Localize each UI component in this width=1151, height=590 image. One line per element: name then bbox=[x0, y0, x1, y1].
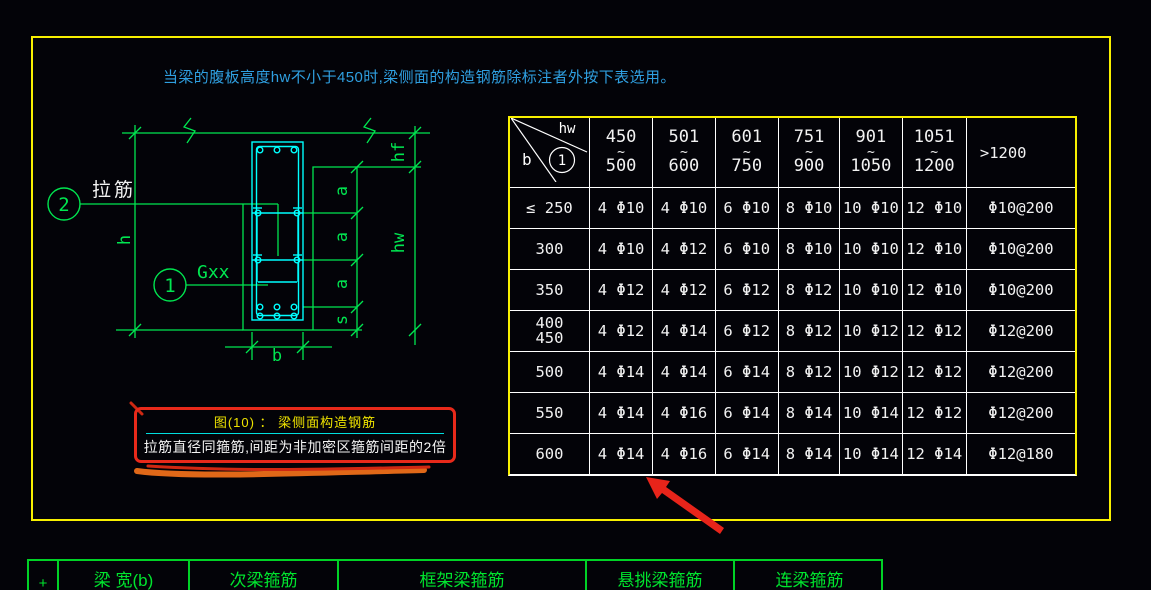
cell: 12 Φ10 bbox=[902, 269, 967, 311]
row-label: 300 bbox=[510, 228, 590, 270]
figure-title: 图(10) ： 梁侧面构造钢筋 bbox=[213, 415, 377, 430]
cell: Φ12@180 bbox=[988, 445, 1054, 463]
cell: 4 Φ10 bbox=[652, 187, 716, 229]
col-header: 501 ~600 bbox=[652, 118, 716, 188]
cell: Φ12@200 bbox=[966, 392, 1075, 434]
cell: 4 Φ14 bbox=[589, 392, 654, 434]
cell: 8 Φ14 bbox=[778, 433, 841, 474]
rebar-table: hw b 1 450 ~500 501 ~600 601 ~750 751 ~900 9… bbox=[508, 116, 1077, 476]
cell: 4 Φ12 bbox=[652, 269, 716, 311]
table-row: 500 4 Φ14 4 Φ14 6 Φ14 8 Φ12 10 Φ12 12 Φ1… bbox=[510, 351, 1075, 393]
row-label: 400 450 bbox=[510, 310, 590, 352]
table-row: 350 4 Φ12 4 Φ12 6 Φ12 8 Φ12 10 Φ10 12 Φ1… bbox=[510, 269, 1075, 311]
cell: 6 Φ10 bbox=[715, 228, 779, 270]
cell: 4 Φ16 bbox=[652, 433, 716, 474]
cell: 4 Φ14 bbox=[589, 351, 654, 393]
row-label: 550 bbox=[510, 392, 590, 434]
cell: 10 Φ10 bbox=[839, 187, 903, 229]
col-header: 751 ~900 bbox=[778, 118, 841, 188]
col-header: 1051 ~1200 bbox=[902, 118, 967, 188]
bottom-cell-coupling-beam: 连梁箍筋 bbox=[775, 571, 844, 590]
cell: 4 Φ14 bbox=[652, 310, 716, 352]
corner-circle-1: 1 bbox=[558, 153, 566, 169]
cell: 12 Φ12 bbox=[902, 392, 967, 434]
cell: 12 Φ14 bbox=[902, 433, 967, 474]
bottom-table-header: + 梁 宽(b) 次梁箍筋 框架梁箍筋 悬挑梁箍筋 连梁箍筋 bbox=[27, 559, 883, 590]
cell: 6 Φ12 bbox=[715, 269, 779, 311]
cell: 4 Φ12 bbox=[589, 269, 654, 311]
table-row: 600 4 Φ14 4 Φ16 6 Φ14 8 Φ14 10 Φ14 12 Φ1… bbox=[510, 433, 1075, 474]
cell: Φ10@200 bbox=[966, 228, 1075, 270]
cell: 10 Φ10 bbox=[839, 269, 903, 311]
bottom-cell-cantilever-beam: 悬挑梁箍筋 bbox=[587, 561, 735, 590]
cell: 6 Φ10 bbox=[715, 187, 779, 229]
cell: Φ10@200 bbox=[966, 269, 1075, 311]
table-corner-cell: hw b 1 bbox=[510, 117, 590, 188]
cell: Φ12@200 bbox=[966, 351, 1075, 393]
col-header: 601 ~750 bbox=[715, 118, 779, 188]
cell: 6 Φ14 bbox=[715, 433, 779, 474]
cell: 4 Φ12 bbox=[589, 310, 654, 352]
cell: 10 Φ12 bbox=[839, 351, 903, 393]
cell: 4 Φ12 bbox=[652, 228, 716, 270]
cell: 6 Φ12 bbox=[715, 310, 779, 352]
cell: 6 Φ14 bbox=[715, 392, 779, 434]
table-row: 550 4 Φ14 4 Φ16 6 Φ14 8 Φ14 10 Φ14 12 Φ1… bbox=[510, 392, 1075, 434]
cell: Φ12@200 bbox=[966, 310, 1075, 352]
cell: 10 Φ14 bbox=[839, 433, 903, 474]
cell: 8 Φ10 bbox=[778, 187, 841, 229]
figure-divider bbox=[146, 433, 444, 434]
figure-note: 拉筋直径同箍筋,间距为非加密区箍筋间距的2倍 bbox=[143, 439, 447, 455]
corner-b-label: b bbox=[522, 150, 532, 169]
cell: 12 Φ10 bbox=[902, 187, 967, 229]
cell: 8 Φ10 bbox=[778, 228, 841, 270]
cell: 4 Φ14 bbox=[652, 351, 716, 393]
cell: 10 Φ14 bbox=[839, 392, 903, 434]
corner-hw-label: hw bbox=[559, 121, 576, 137]
general-note-text: 当梁的腹板高度hw不小于450时,梁侧面的构造钢筋除标注者外按下表选用。 bbox=[163, 69, 676, 86]
cell: 10 Φ10 bbox=[839, 228, 903, 270]
figure-caption-highlight-box: 图(10) ： 梁侧面构造钢筋 拉筋直径同箍筋,间距为非加密区箍筋间距的2倍 bbox=[134, 407, 456, 463]
bottom-cell-frame-beam: 框架梁箍筋 bbox=[339, 561, 587, 590]
cell: 4 Φ10 bbox=[589, 228, 654, 270]
cell: 12 Φ12 bbox=[902, 351, 967, 393]
cell: 8 Φ12 bbox=[778, 269, 841, 311]
cad-drawing-canvas: 当梁的腹板高度hw不小于450时,梁侧面的构造钢筋除标注者外按下表选用。 2 拉… bbox=[0, 0, 1151, 590]
cell: 8 Φ12 bbox=[778, 351, 841, 393]
cell: 12 Φ10 bbox=[902, 228, 967, 270]
bottom-cell-index: + bbox=[29, 561, 59, 590]
col-header-gt1200: >1200 bbox=[966, 118, 1075, 188]
row-label: ≤ 250 bbox=[510, 187, 590, 229]
cell: 4 Φ14 bbox=[589, 433, 654, 474]
cell: 6 Φ14 bbox=[715, 351, 779, 393]
cell: 10 Φ12 bbox=[839, 310, 903, 352]
row-label: 350 bbox=[510, 269, 590, 311]
cell: Φ10@200 bbox=[966, 187, 1075, 229]
col-header: 450 ~500 bbox=[589, 118, 654, 188]
cell: 4 Φ16 bbox=[652, 392, 716, 434]
bottom-cell-beam-width: 梁 宽(b) bbox=[59, 561, 190, 590]
col-header: 901 ~1050 bbox=[839, 118, 903, 188]
cell: 4 Φ10 bbox=[589, 187, 654, 229]
cell: 8 Φ14 bbox=[778, 392, 841, 434]
bottom-cell-secondary-beam: 次梁箍筋 bbox=[190, 561, 339, 590]
cell: 12 Φ12 bbox=[902, 310, 967, 352]
row-label: 600 bbox=[510, 433, 590, 474]
cell: 8 Φ12 bbox=[778, 310, 841, 352]
table-row: 300 4 Φ10 4 Φ12 6 Φ10 8 Φ10 10 Φ10 12 Φ1… bbox=[510, 228, 1075, 270]
row-label: 500 bbox=[510, 351, 590, 393]
table-row: 400 450 4 Φ12 4 Φ14 6 Φ12 8 Φ12 10 Φ12 1… bbox=[510, 310, 1075, 352]
table-row: ≤ 250 4 Φ10 4 Φ10 6 Φ10 8 Φ10 10 Φ10 12 … bbox=[510, 187, 1075, 229]
